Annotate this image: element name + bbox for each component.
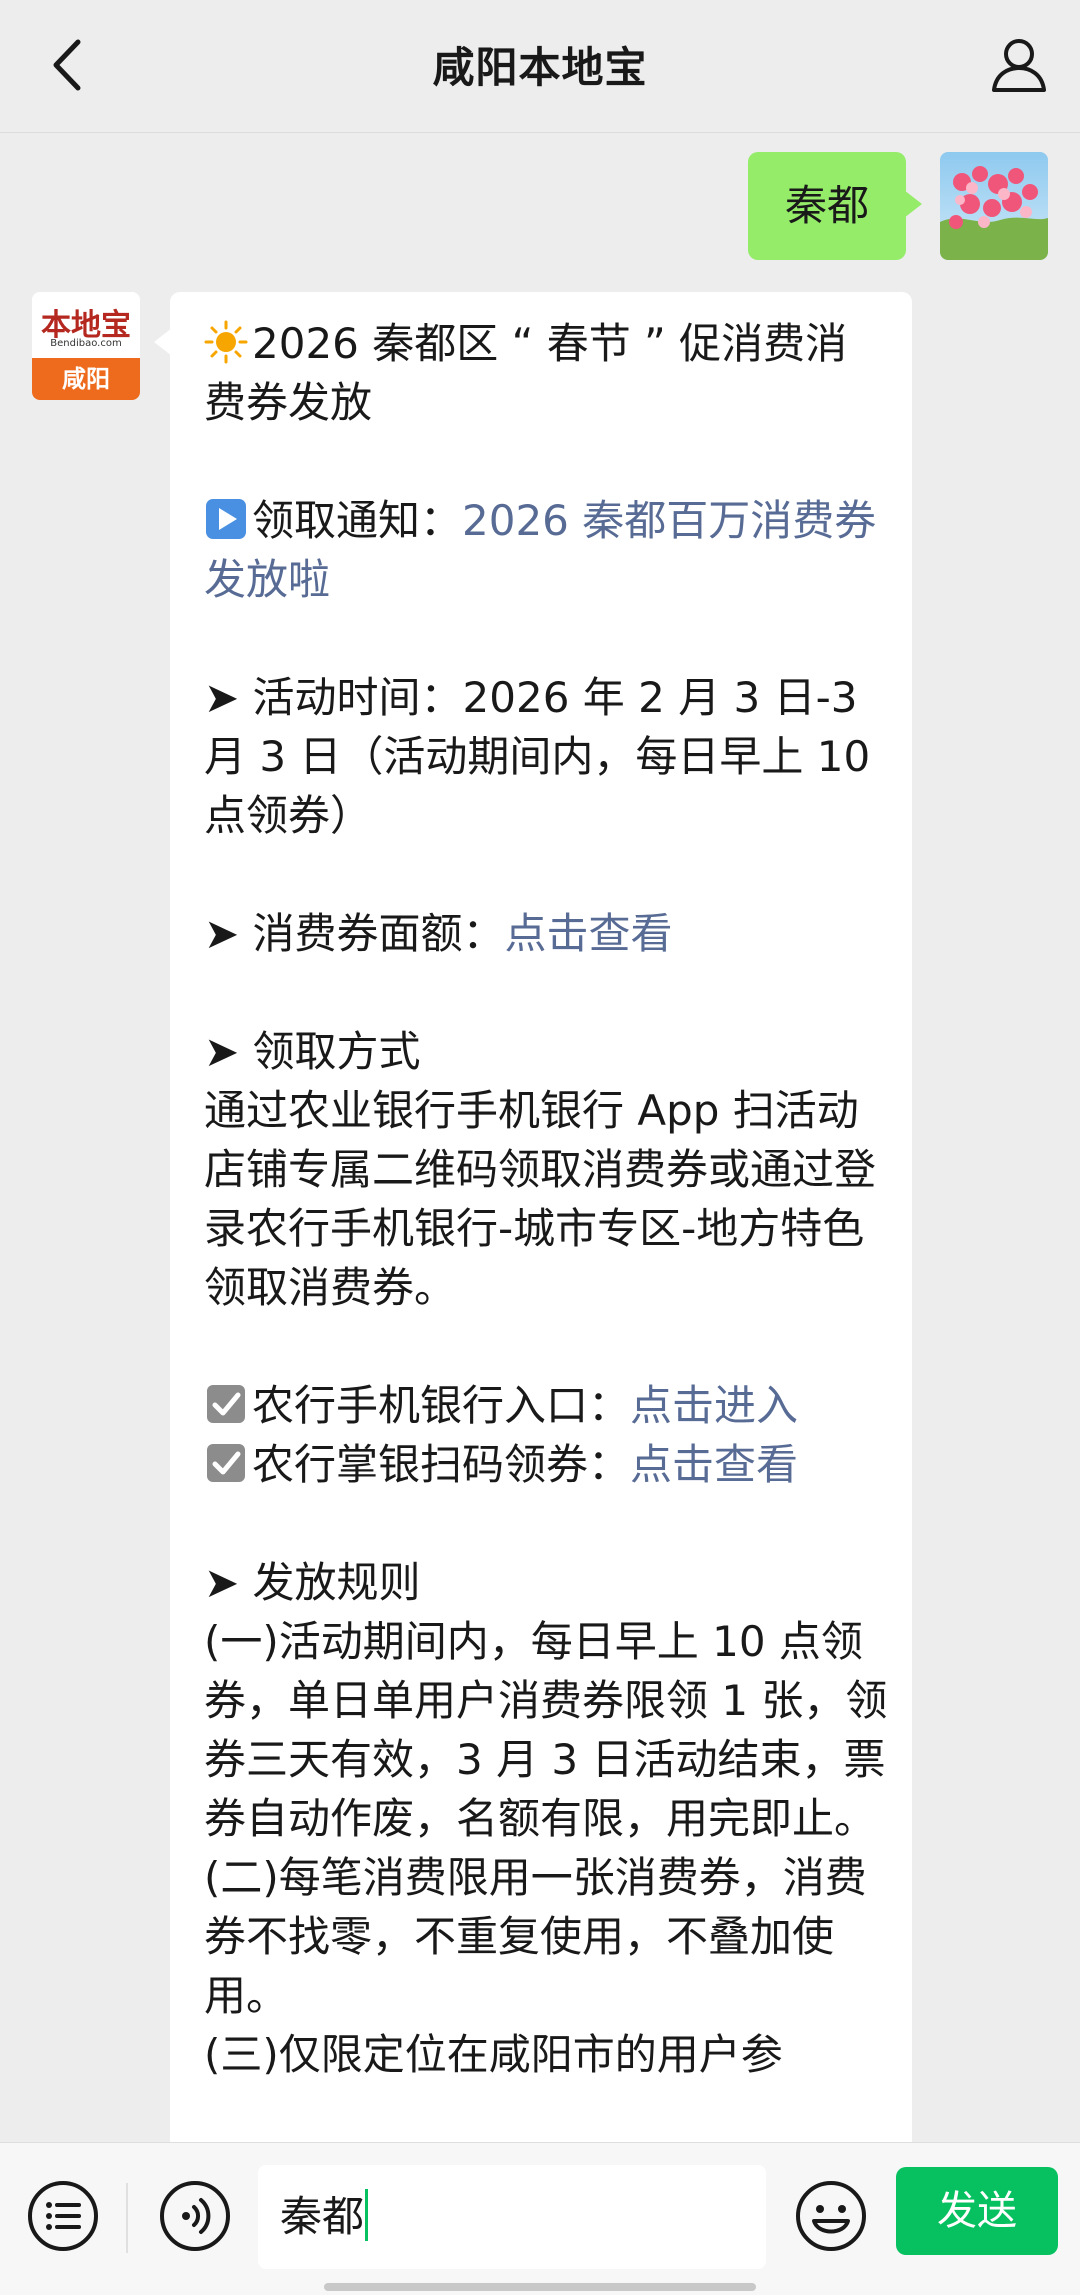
notice-label: 领取通知： — [252, 496, 463, 545]
rules-heading: ➤ 发放规则 — [204, 1558, 421, 1607]
list-icon[interactable] — [26, 2179, 100, 2253]
avatar-domain: Bendibao.com — [50, 338, 122, 349]
message-body: 2026 秦都区 “ 春节 ” 促消费消费券发放 领取通知：2026 秦都百万消… — [204, 314, 888, 2084]
method-heading: ➤ 领取方式 — [204, 1027, 421, 1076]
scan-line: 农行掌银扫码领券：点击查看 — [204, 1435, 888, 1494]
time-line: ➤ 活动时间：2026 年 2 月 3 日-3 月 3 日（活动期间内，每日早上… — [204, 673, 871, 840]
rule-3: (三)仅限定位在咸阳市的用户参 — [204, 2030, 783, 2079]
outgoing-message-bubble[interactable]: 秦都 — [748, 152, 922, 260]
entry-label: 农行手机银行入口： — [252, 1381, 631, 1430]
self-avatar[interactable] — [940, 152, 1048, 260]
entry-link[interactable]: 点击进入 — [630, 1381, 798, 1430]
avatar-city: 咸阳 — [32, 358, 140, 400]
incoming-message-bubble: 2026 秦都区 “ 春节 ” 促消费消费券发放 领取通知：2026 秦都百万消… — [154, 292, 912, 2192]
home-indicator[interactable] — [324, 2283, 756, 2291]
chat-area[interactable]: 秦都 本地宝 Bendibao.com 咸阳 2026 秦都区 “ 春节 ” 促… — [0, 132, 1080, 2192]
outgoing-message-row: 秦都 — [628, 152, 1048, 262]
checkbox-icon — [207, 1385, 245, 1423]
rule-1: (一)活动期间内，每日早上 10 点领券，单日单用户消费券限领 1 张，领券三天… — [204, 1617, 888, 1843]
notice-line: 领取通知：2026 秦都百万消费券发放啦 — [204, 491, 888, 609]
amount-label: ➤ 消费券面额： — [204, 909, 505, 958]
chat-title: 咸阳本地宝 — [432, 43, 648, 92]
bendibao-avatar[interactable]: 本地宝 Bendibao.com 咸阳 — [32, 292, 140, 400]
method-text: 通过农业银行手机银行 App 扫活动店铺专属二维码领取消费券或通过登录农行手机银… — [204, 1086, 877, 1312]
checkbox-icon — [207, 1444, 245, 1482]
text-caret — [365, 2189, 369, 2241]
message-input-value: 秦都 — [280, 2192, 365, 2241]
voice-icon[interactable] — [158, 2179, 232, 2253]
input-divider — [126, 2183, 128, 2253]
message-title-line: 2026 秦都区 “ 春节 ” 促消费消费券发放 — [204, 314, 888, 432]
nav-header: 咸阳本地宝 — [0, 0, 1080, 133]
rule-2: (二)每笔消费限用一张消费券，消费券不找零，不重复使用，不叠加使用。 — [204, 1853, 867, 2020]
sun-icon — [204, 320, 248, 364]
smiley-icon[interactable] — [794, 2179, 868, 2253]
play-button-icon — [206, 499, 246, 539]
scan-label: 农行掌银扫码领券： — [252, 1440, 631, 1489]
user-icon[interactable] — [984, 30, 1054, 100]
send-button[interactable]: 发送 — [896, 2167, 1058, 2255]
entry-line: 农行手机银行入口：点击进入 — [204, 1376, 888, 1435]
message-input[interactable]: 秦都 — [258, 2165, 766, 2269]
input-bar: 秦都 发送 — [0, 2142, 1080, 2295]
scan-link[interactable]: 点击查看 — [630, 1440, 798, 1489]
amount-line: ➤ 消费券面额：点击查看 — [204, 904, 888, 963]
amount-link[interactable]: 点击查看 — [505, 909, 673, 958]
message-title: 2026 秦都区 “ 春节 ” 促消费消费券发放 — [204, 319, 848, 427]
